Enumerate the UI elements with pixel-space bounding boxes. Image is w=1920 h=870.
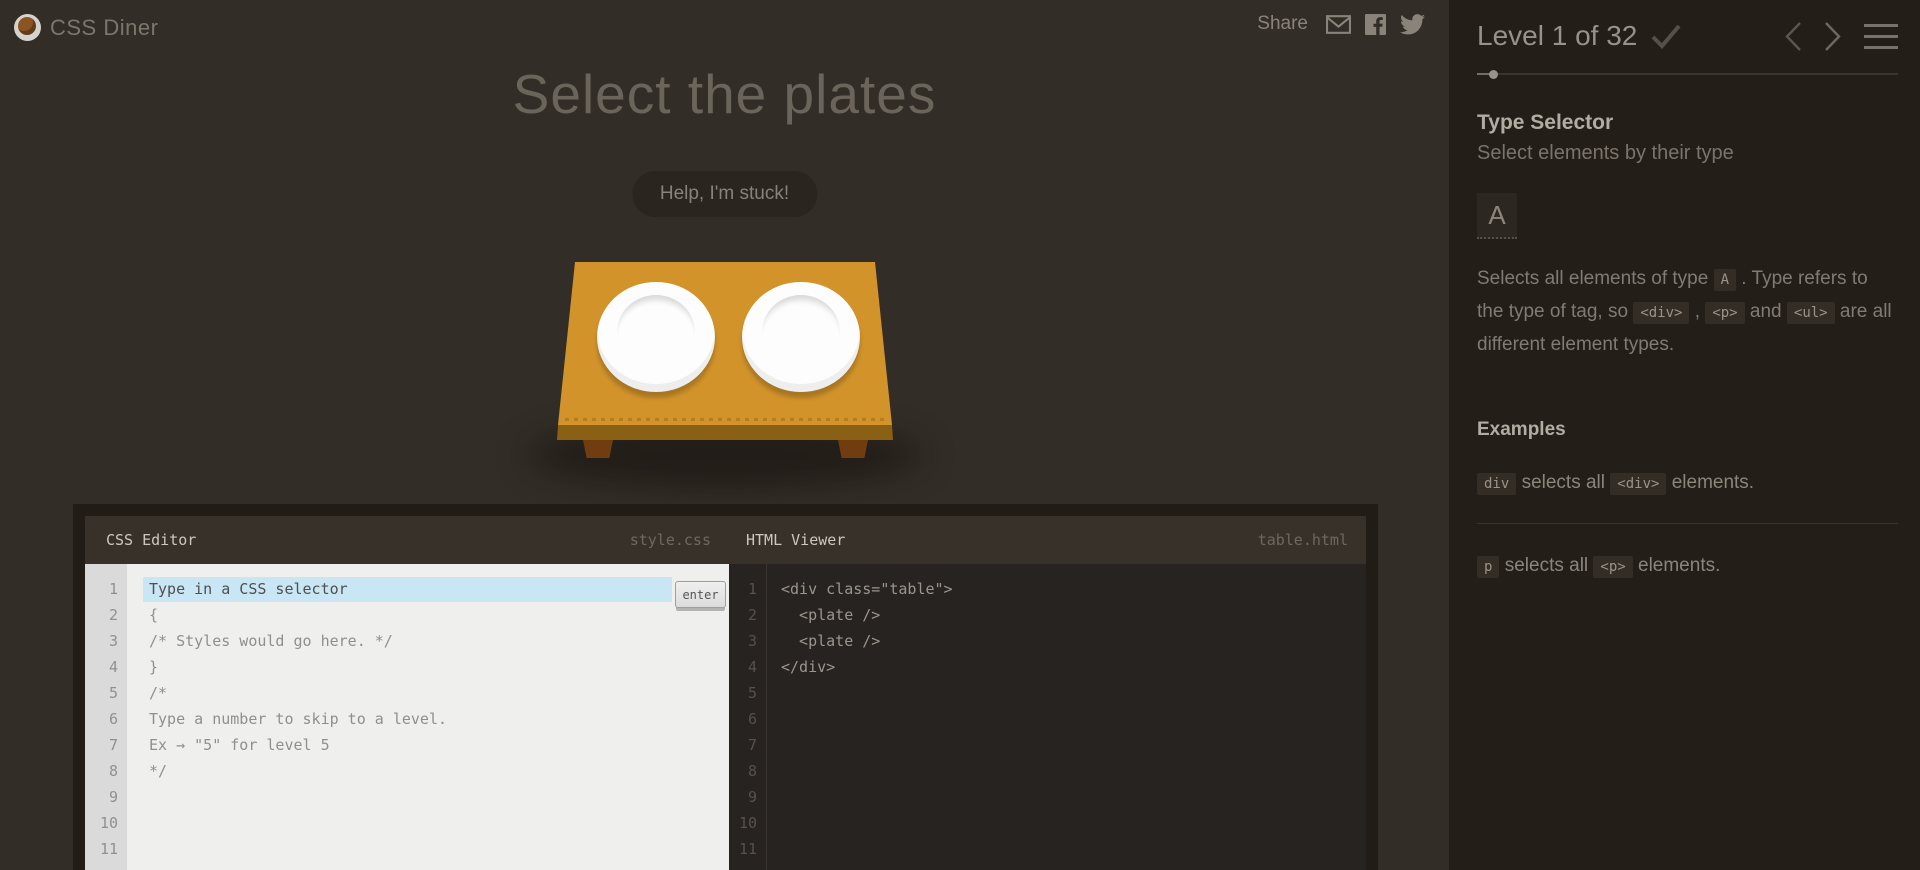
level-progress-bar [1477,70,1898,79]
plate-logo-icon [14,14,41,41]
top-bar: CSS Diner Share [0,0,1449,56]
css-editor-line: Ex → "5" for level 5 [127,732,729,758]
html-viewer-line: <plate /> [767,602,1366,628]
example-divider [1477,523,1898,524]
gutter-line-number: 5 [85,680,127,706]
enter-button[interactable]: enter [675,581,726,608]
lesson-description: Selects all elements of type A . Type re… [1477,263,1898,361]
code-chip: <p> [1705,302,1744,324]
css-editor-filename: style.css [630,531,711,549]
gutter-line-number: 8 [85,758,127,784]
css-editor-line: /* [127,680,729,706]
css-editor-line: Type in a CSS selector [127,576,729,602]
gutter-line-number: 7 [729,732,766,758]
gutter-line-number: 3 [85,628,127,654]
examples-list: div selects all <div> elements. p selects… [1477,468,1898,582]
css-editor-title: CSS Editor [106,531,196,549]
code-chip: <div> [1633,302,1689,324]
css-editor-line: { [127,602,729,628]
gutter-line-number: 5 [729,680,766,706]
logo-label: CSS Diner [50,15,158,41]
css-editor-line: /* Styles would go here. */ [127,628,729,654]
editor-panel: CSS Editor style.css HTML Viewer table.h… [73,504,1378,870]
editor-panel-header: CSS Editor style.css HTML Viewer table.h… [85,516,1366,564]
plate[interactable] [597,282,715,392]
css-editor: 1234567891011 Type in a CSS selector{/* … [85,564,729,870]
logo: CSS Diner [14,14,158,41]
gutter-line-number: 4 [729,654,766,680]
code-chip: div [1477,473,1516,495]
gutter-line-number: 6 [85,706,127,732]
css-editor-code: Type in a CSS selector{/* Styles would g… [127,564,729,870]
facebook-icon[interactable] [1365,14,1386,35]
html-viewer-gutter: 1234567891011 [729,564,767,870]
level-instruction: Select the plates [0,62,1449,126]
gutter-line-number: 9 [85,784,127,810]
lesson-title: Type Selector [1477,111,1898,135]
progress-track [1477,73,1898,75]
gutter-line-number: 1 [85,576,127,602]
gutter-line-number: 6 [729,706,766,732]
example-row: div selects all <div> elements. [1477,468,1898,499]
html-viewer-filename: table.html [1258,531,1348,549]
table-scene [545,255,905,495]
gutter-line-number: 2 [85,602,127,628]
level-complete-check-icon [1651,23,1681,50]
css-selector-input[interactable]: Type in a CSS selector [143,577,672,602]
gutter-line-number: 1 [729,576,766,602]
examples-title: Examples [1477,419,1898,441]
mail-icon[interactable] [1326,15,1351,34]
table-front-edge [545,425,905,440]
table-leg-right [838,440,868,458]
table-leg-left [583,440,613,458]
twitter-icon[interactable] [1400,14,1425,35]
code-chip: p [1477,556,1499,578]
gutter-line-number: 11 [729,836,766,862]
example-row: p selects all <p> elements. [1477,551,1898,582]
plate[interactable] [742,282,860,392]
gutter-line-number: 10 [85,810,127,836]
html-viewer-line: </div> [767,654,1366,680]
gutter-line-number: 4 [85,654,127,680]
selector-syntax-box: A [1477,193,1517,239]
game-area: CSS Diner Share Select the plates Help, … [0,0,1449,870]
css-editor-line: } [127,654,729,680]
level-menu-icon[interactable] [1864,22,1898,51]
html-viewer: 1234567891011 <div class="table"> <plate… [729,564,1366,870]
share-bar: Share [1257,13,1425,35]
level-indicator: Level 1 of 32 [1477,20,1637,52]
gutter-line-number: 7 [85,732,127,758]
css-editor-gutter: 1234567891011 [85,564,127,870]
share-label: Share [1257,13,1308,35]
code-chip: <p> [1593,556,1632,578]
previous-level-icon[interactable] [1784,21,1802,52]
gutter-line-number: 2 [729,602,766,628]
html-viewer-title: HTML Viewer [746,531,845,549]
code-chip: A [1714,269,1736,291]
next-level-icon[interactable] [1824,21,1842,52]
gutter-line-number: 8 [729,758,766,784]
progress-dot [1489,70,1498,79]
gutter-line-number: 3 [729,628,766,654]
html-viewer-line: <div class="table"> [767,576,1366,602]
css-editor-line: */ [127,758,729,784]
code-chip: <div> [1610,473,1666,495]
lesson-subtitle: Select elements by their type [1477,142,1898,165]
lesson-sidebar: Level 1 of 32 Type Selector Select eleme… [1449,0,1920,870]
html-viewer-line: <plate /> [767,628,1366,654]
css-editor-line: Type a number to skip to a level. [127,706,729,732]
code-chip: <ul> [1787,302,1835,324]
gutter-line-number: 9 [729,784,766,810]
gutter-line-number: 10 [729,810,766,836]
html-viewer-code: <div class="table"> <plate /> <plate /><… [767,564,1366,870]
help-button[interactable]: Help, I'm stuck! [632,171,817,217]
gutter-line-number: 11 [85,836,127,862]
